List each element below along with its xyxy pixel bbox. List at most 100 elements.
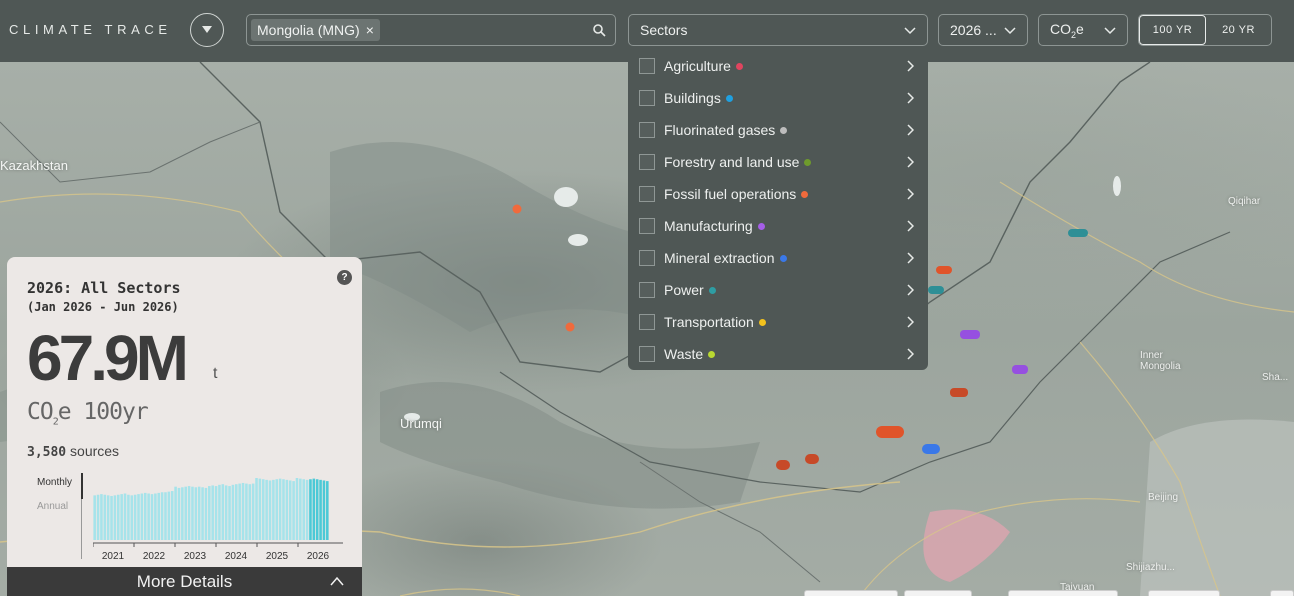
sector-checkbox[interactable] — [639, 250, 655, 266]
chart-bar[interactable] — [160, 492, 164, 540]
chart-bar[interactable] — [170, 491, 174, 540]
chart-bar[interactable] — [305, 479, 309, 540]
chevron-right-icon[interactable] — [906, 252, 914, 264]
chart-bar[interactable] — [255, 478, 258, 540]
chart-bar[interactable] — [177, 487, 181, 540]
chart-bar[interactable] — [312, 478, 316, 540]
chart-bar[interactable] — [285, 479, 289, 540]
chart-bar[interactable] — [110, 495, 113, 540]
sector-checkbox[interactable] — [639, 346, 655, 362]
chart-bar[interactable] — [326, 481, 329, 540]
chart-bar[interactable] — [214, 486, 218, 540]
chart-bar[interactable] — [278, 478, 282, 540]
sector-menu-item[interactable]: Agriculture — [628, 50, 928, 82]
chart-bar[interactable] — [140, 493, 144, 541]
chart-bar[interactable] — [261, 479, 265, 540]
sector-checkbox[interactable] — [639, 90, 655, 106]
chevron-right-icon[interactable] — [906, 92, 914, 104]
chart-bar[interactable] — [157, 492, 161, 540]
menu-toggle-button[interactable] — [190, 13, 224, 47]
sector-menu-item[interactable]: Manufacturing — [628, 210, 928, 242]
chart-bar[interactable] — [208, 486, 211, 540]
sector-checkbox[interactable] — [639, 154, 655, 170]
chart-bar[interactable] — [292, 481, 295, 540]
close-icon[interactable]: × — [366, 22, 374, 38]
chevron-right-icon[interactable] — [906, 220, 914, 232]
more-details-button[interactable]: More Details — [7, 567, 362, 596]
climate-trace-logo[interactable]: CLIMATE TRACE — [9, 22, 172, 37]
chart-bar[interactable] — [123, 493, 127, 541]
sector-checkbox[interactable] — [639, 314, 655, 330]
chart-bar[interactable] — [103, 494, 107, 540]
map-control-tab[interactable] — [1008, 590, 1118, 596]
chart-bar[interactable] — [133, 494, 137, 540]
chart-bar[interactable] — [150, 494, 154, 540]
chart-bar[interactable] — [143, 492, 147, 540]
chart-bar[interactable] — [322, 480, 326, 540]
chart-bar[interactable] — [201, 487, 204, 540]
chevron-right-icon[interactable] — [906, 156, 914, 168]
help-icon[interactable]: ? — [337, 270, 352, 285]
chart-bar[interactable] — [106, 495, 110, 540]
gwp-20yr-button[interactable]: 20 YR — [1206, 15, 1271, 45]
chevron-right-icon[interactable] — [906, 316, 914, 328]
chart-bar[interactable] — [258, 478, 262, 540]
chart-bar[interactable] — [228, 486, 231, 540]
chart-bar[interactable] — [197, 486, 201, 540]
chart-bar[interactable] — [282, 479, 285, 540]
chart-bar[interactable] — [238, 483, 241, 540]
sector-checkbox[interactable] — [639, 122, 655, 138]
country-search-input[interactable]: Mongolia (MNG) × — [246, 14, 616, 46]
chevron-right-icon[interactable] — [906, 284, 914, 296]
sectors-select[interactable]: Sectors — [628, 14, 928, 46]
chart-bar[interactable] — [154, 493, 157, 541]
chart-bar[interactable] — [167, 491, 171, 540]
chart-bar[interactable] — [96, 494, 100, 540]
sector-checkbox[interactable] — [639, 186, 655, 202]
sector-menu-item[interactable]: Buildings — [628, 82, 928, 114]
sector-menu-item[interactable]: Fluorinated gases — [628, 114, 928, 146]
chevron-right-icon[interactable] — [906, 188, 914, 200]
sector-checkbox[interactable] — [639, 58, 655, 74]
sector-checkbox[interactable] — [639, 282, 655, 298]
chart-bar[interactable] — [191, 486, 194, 540]
chart-bar[interactable] — [315, 479, 319, 540]
map-control-tab[interactable] — [1148, 590, 1220, 596]
chart-bar[interactable] — [93, 495, 96, 540]
chart-bar[interactable] — [268, 480, 272, 540]
chart-bar[interactable] — [164, 492, 167, 540]
sector-menu-item[interactable]: Transportation — [628, 306, 928, 338]
chart-bar[interactable] — [248, 484, 252, 540]
chart-bar[interactable] — [231, 484, 235, 540]
chart-bar[interactable] — [272, 479, 275, 540]
sector-checkbox[interactable] — [639, 218, 655, 234]
map-control-tab[interactable] — [904, 590, 972, 596]
sector-menu-item[interactable]: Waste — [628, 338, 928, 370]
chevron-right-icon[interactable] — [906, 60, 914, 72]
chart-bar[interactable] — [120, 494, 123, 540]
chart-bar[interactable] — [319, 479, 322, 540]
chart-bar[interactable] — [309, 479, 312, 540]
chart-bar[interactable] — [299, 478, 302, 540]
chart-bar[interactable] — [221, 484, 225, 540]
chart-bar[interactable] — [302, 479, 305, 540]
gas-select[interactable]: CO2e — [1038, 14, 1128, 46]
chart-bar[interactable] — [211, 485, 214, 540]
chart-bar[interactable] — [295, 478, 299, 540]
year-select[interactable]: 2026 ... — [938, 14, 1028, 46]
chart-bar[interactable] — [241, 482, 245, 540]
sector-menu-item[interactable]: Forestry and land use — [628, 146, 928, 178]
chart-bar[interactable] — [137, 494, 140, 540]
chart-bar[interactable] — [265, 479, 268, 540]
chart-bar[interactable] — [174, 486, 177, 540]
sector-menu-item[interactable]: Fossil fuel operations — [628, 178, 928, 210]
chart-bar[interactable] — [127, 494, 130, 540]
sector-menu-item[interactable]: Power — [628, 274, 928, 306]
chart-bar[interactable] — [187, 486, 191, 540]
chart-bar[interactable] — [251, 483, 255, 540]
chart-bar[interactable] — [224, 485, 228, 540]
chart-bar[interactable] — [235, 484, 238, 540]
search-icon[interactable] — [592, 23, 606, 37]
chart-bar[interactable] — [204, 487, 208, 540]
gwp-100yr-button[interactable]: 100 YR — [1139, 15, 1206, 45]
